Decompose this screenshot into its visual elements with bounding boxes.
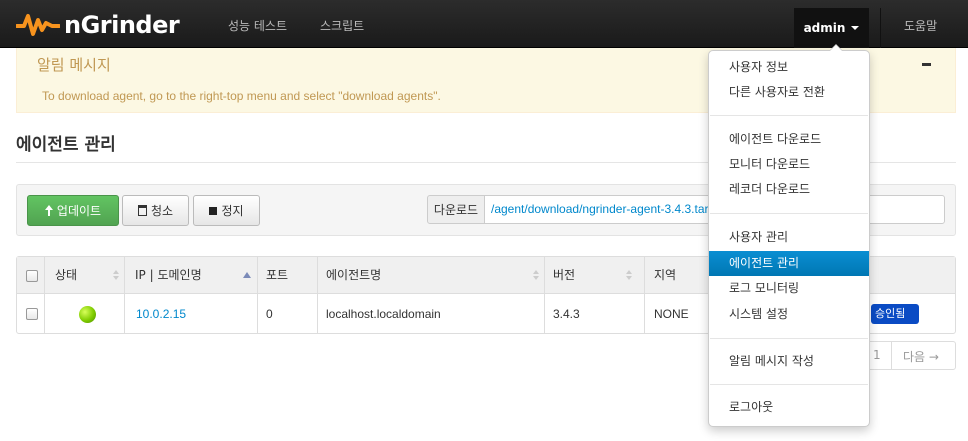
menu-write-notice[interactable]: 알림 메시지 작성 bbox=[709, 349, 869, 374]
menu-divider bbox=[710, 338, 868, 339]
clean-button-label: 청소 bbox=[150, 204, 174, 218]
menu-user-management[interactable]: 사용자 관리 bbox=[709, 225, 869, 250]
username: admin bbox=[803, 21, 846, 35]
brand-name: nGrinder bbox=[64, 11, 180, 39]
update-button-label: 업데이트 bbox=[56, 204, 102, 218]
alert-text: To download agent, go to the right-top m… bbox=[42, 89, 441, 103]
header-port[interactable]: 포트 bbox=[266, 257, 288, 294]
menu-log-monitoring[interactable]: 로그 모니터링 bbox=[709, 276, 869, 301]
sort-icon[interactable] bbox=[113, 270, 119, 281]
nav-script[interactable]: 스크립트 bbox=[320, 17, 364, 34]
caret-down-icon bbox=[851, 26, 860, 30]
download-label: 다운로드 bbox=[427, 195, 485, 224]
arrow-up-icon bbox=[44, 205, 53, 216]
stop-button[interactable]: 정지 bbox=[193, 195, 260, 226]
sort-icon[interactable] bbox=[626, 270, 632, 281]
agent-region: NONE bbox=[654, 307, 689, 321]
top-navbar: nGrinder 성능 테스트 스크립트 admin 도움말 bbox=[0, 0, 968, 48]
agent-version: 3.4.3 bbox=[553, 307, 580, 321]
menu-divider bbox=[710, 213, 868, 214]
column-divider bbox=[544, 257, 545, 333]
row-checkbox[interactable] bbox=[26, 308, 38, 320]
menu-divider bbox=[710, 115, 868, 116]
column-divider bbox=[124, 257, 125, 333]
status-running-icon bbox=[79, 306, 96, 323]
header-region[interactable]: 지역 bbox=[654, 257, 676, 294]
column-divider bbox=[644, 257, 645, 333]
menu-user-info[interactable]: 사용자 정보 bbox=[709, 55, 869, 80]
stop-button-label: 정지 bbox=[221, 204, 244, 218]
header-version[interactable]: 버전 bbox=[553, 257, 575, 294]
user-menu-toggle[interactable]: admin bbox=[794, 8, 869, 48]
column-divider bbox=[317, 257, 318, 333]
page-title: 에이전트 관리 bbox=[16, 135, 116, 155]
nav-divider bbox=[880, 8, 881, 48]
menu-agent-management[interactable]: 에이전트 관리 bbox=[709, 251, 869, 276]
agent-port: 0 bbox=[266, 307, 273, 321]
stop-icon bbox=[209, 206, 218, 215]
waveform-icon bbox=[16, 14, 60, 36]
menu-download-monitor[interactable]: 모니터 다운로드 bbox=[709, 152, 869, 177]
pager-divider bbox=[891, 342, 892, 369]
menu-logout[interactable]: 로그아웃 bbox=[709, 395, 869, 420]
clean-button[interactable]: 청소 bbox=[122, 195, 189, 226]
next-page-button[interactable]: 다음 → bbox=[903, 348, 939, 365]
trash-icon bbox=[137, 205, 147, 216]
collapse-icon[interactable] bbox=[922, 63, 931, 66]
nav-performance-test[interactable]: 성능 테스트 bbox=[228, 17, 287, 34]
approve-button[interactable]: 승인됨 bbox=[871, 304, 919, 324]
menu-download-agent[interactable]: 에이전트 다운로드 bbox=[709, 127, 869, 152]
nav-help[interactable]: 도움말 bbox=[904, 17, 937, 34]
brand-logo[interactable]: nGrinder bbox=[16, 10, 180, 40]
agent-name: localhost.localdomain bbox=[326, 307, 441, 321]
sort-icon[interactable] bbox=[533, 270, 539, 281]
menu-divider bbox=[710, 384, 868, 385]
header-status[interactable]: 상태 bbox=[55, 257, 77, 294]
header-agent-name[interactable]: 에이전트명 bbox=[326, 257, 381, 294]
header-ip[interactable]: IP | 도메인명 bbox=[135, 257, 202, 294]
agent-ip-link[interactable]: 10.0.2.15 bbox=[136, 295, 186, 333]
column-divider bbox=[44, 257, 45, 333]
page-number[interactable]: 1 bbox=[873, 348, 881, 362]
sort-asc-icon[interactable] bbox=[243, 272, 251, 278]
menu-switch-user[interactable]: 다른 사용자로 전환 bbox=[709, 80, 869, 105]
update-button[interactable]: 업데이트 bbox=[27, 195, 119, 226]
user-dropdown-menu: 사용자 정보 다른 사용자로 전환 에이전트 다운로드 모니터 다운로드 레코더… bbox=[708, 44, 870, 427]
select-all-checkbox[interactable] bbox=[26, 270, 38, 282]
pagination: 1 다음 → bbox=[860, 341, 956, 370]
alert-title: 알림 메시지 bbox=[37, 56, 111, 74]
column-divider bbox=[257, 257, 258, 333]
menu-download-recorder[interactable]: 레코더 다운로드 bbox=[709, 177, 869, 202]
menu-system-settings[interactable]: 시스템 설정 bbox=[709, 302, 869, 327]
